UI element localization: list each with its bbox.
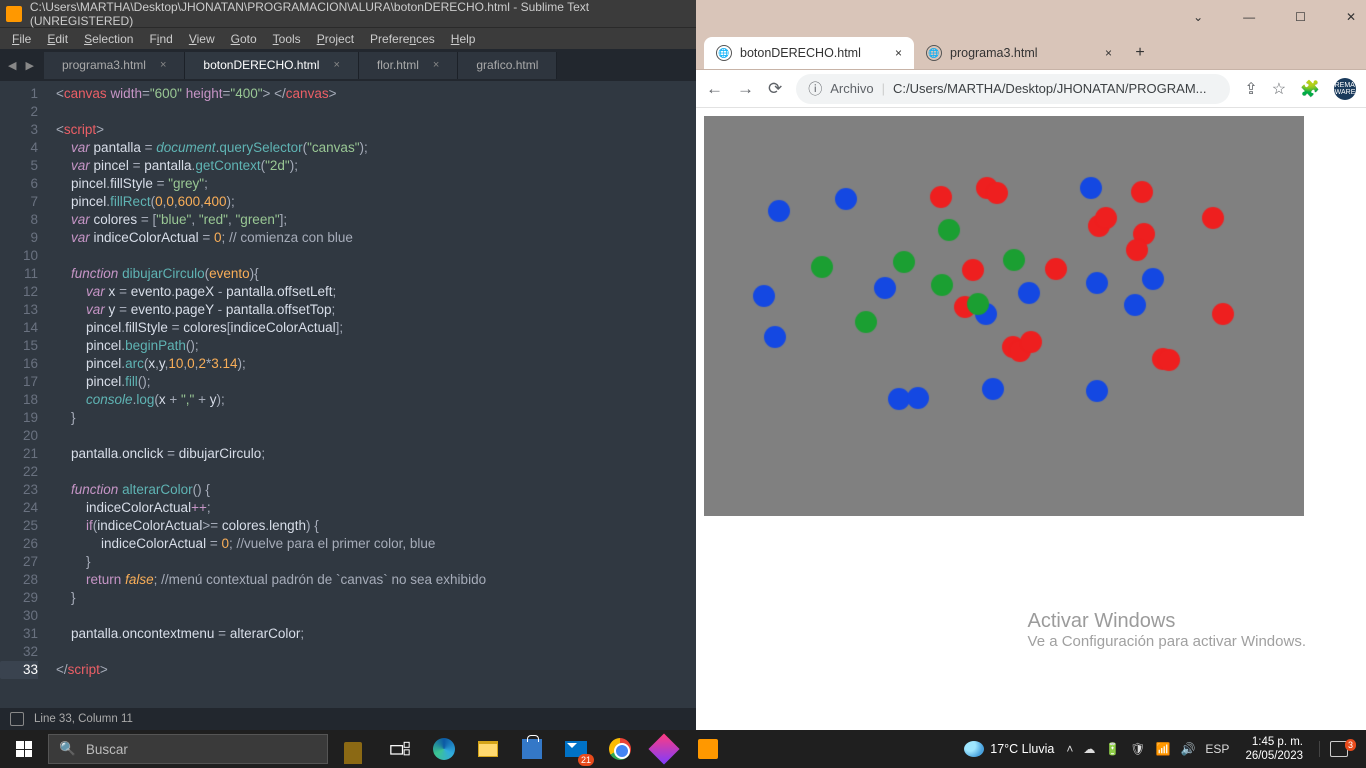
chrome-tabbar: 🌐 botonDERECHO.html × 🌐 programa3.html ×… [696, 34, 1366, 70]
new-tab-button[interactable]: + [1128, 41, 1152, 65]
sublime-tabbar: ◀▶ programa3.html× botonDERECHO.html× fl… [0, 49, 696, 81]
menu-preferences[interactable]: Preferences [362, 32, 443, 46]
sublime-statusbar: Line 33, Column 11 [0, 708, 696, 730]
start-button[interactable] [0, 730, 48, 768]
tab-label: botonDERECHO.html [740, 46, 861, 60]
store-icon[interactable] [510, 730, 554, 768]
addr-url: C:/Users/MARTHA/Desktop/JHONATAN/PROGRAM… [893, 81, 1207, 96]
menu-selection[interactable]: Selection [76, 32, 141, 46]
maximize-icon[interactable]: ☐ [1295, 10, 1306, 24]
search-icon: 🔍 [59, 741, 76, 757]
extension-badge[interactable]: REMAWARE [1334, 78, 1356, 100]
menu-view[interactable]: View [181, 32, 223, 46]
minimize-icon[interactable]: — [1243, 10, 1255, 24]
back-button[interactable]: ← [706, 79, 723, 99]
task-view-icon[interactable] [378, 730, 422, 768]
menu-tools[interactable]: Tools [265, 32, 309, 46]
taskbar: 🔍 Buscar 21 17°C Lluvia ˄ ☁ 🔋 🛡 📶 🔊 ESP … [0, 730, 1366, 768]
info-icon[interactable]: ⓘ [808, 79, 822, 99]
notif-badge: 3 [1345, 739, 1356, 751]
window-controls: ⌄ — ☐ ✕ [696, 0, 1366, 34]
watermark-title: Activar Windows [1028, 610, 1306, 633]
weather-icon [964, 741, 984, 757]
menu-goto[interactable]: Goto [223, 32, 265, 46]
globe-icon: 🌐 [716, 45, 732, 61]
tab-label: programa3.html [950, 46, 1038, 60]
edge-icon[interactable] [422, 730, 466, 768]
mail-icon[interactable]: 21 [554, 730, 598, 768]
share-icon[interactable]: ⇪ [1244, 79, 1257, 99]
close-icon[interactable]: × [433, 59, 439, 71]
vscode-icon[interactable] [642, 730, 686, 768]
extensions-icon[interactable]: 🧩 [1300, 79, 1320, 99]
taskbar-clock[interactable]: 1:45 p. m. 26/05/2023 [1241, 735, 1307, 763]
line-gutter: 1234567891011121314151617181920212223242… [0, 81, 48, 708]
canvas[interactable] [704, 116, 1304, 516]
chrome-tab-programa3[interactable]: 🌐 programa3.html × [914, 37, 1124, 69]
close-icon[interactable]: × [333, 59, 339, 71]
security-icon[interactable]: 🛡 [1130, 742, 1145, 756]
close-icon[interactable]: ✕ [1346, 10, 1356, 24]
statusbar-icon[interactable] [10, 712, 24, 726]
menu-help[interactable]: Help [443, 32, 484, 46]
onedrive-icon[interactable]: ☁ [1083, 742, 1095, 756]
battery-icon[interactable]: 🔋 [1105, 742, 1120, 756]
close-icon[interactable]: × [160, 59, 166, 71]
clock-date: 26/05/2023 [1245, 749, 1303, 763]
chrome-toolbar: ← → ⟳ ⓘ Archivo | C:/Users/MARTHA/Deskto… [696, 70, 1366, 108]
menu-find[interactable]: Find [141, 32, 180, 46]
forward-button[interactable]: → [737, 79, 754, 99]
chevron-down-icon[interactable]: ⌄ [1193, 10, 1203, 24]
cursor-position: Line 33, Column 11 [34, 713, 133, 725]
tab-grafico[interactable]: grafico.html [458, 52, 557, 79]
windows-watermark: Activar Windows Ve a Configuración para … [1028, 610, 1306, 650]
menu-project[interactable]: Project [309, 32, 362, 46]
weather-text: 17°C Lluvia [990, 742, 1054, 756]
sublime-window: C:\Users\MARTHA\Desktop\JHONATAN\PROGRAM… [0, 0, 696, 730]
tab-botonderecho[interactable]: botonDERECHO.html× [185, 52, 358, 79]
sublime-title: C:\Users\MARTHA\Desktop\JHONATAN\PROGRAM… [30, 0, 690, 28]
source-code[interactable]: <canvas width="600" height="400"> </canv… [48, 81, 696, 708]
address-bar[interactable]: ⓘ Archivo | C:/Users/MARTHA/Desktop/JHON… [796, 74, 1230, 104]
sublime-titlebar: C:\Users\MARTHA\Desktop\JHONATAN\PROGRAM… [0, 0, 696, 27]
language-indicator[interactable]: ESP [1205, 742, 1229, 756]
watermark-subtitle: Ve a Configuración para activar Windows. [1028, 633, 1306, 650]
clock-time: 1:45 p. m. [1245, 735, 1303, 749]
mail-badge: 21 [578, 754, 594, 766]
chrome-window: ⌄ — ☐ ✕ 🌐 botonDERECHO.html × 🌐 programa… [696, 0, 1366, 730]
chrome-icon[interactable] [598, 730, 642, 768]
tab-flor[interactable]: flor.html× [359, 52, 458, 79]
explorer-icon[interactable] [466, 730, 510, 768]
star-icon[interactable]: ☆ [1272, 79, 1286, 99]
taskbar-search[interactable]: 🔍 Buscar [48, 734, 328, 764]
page-content [696, 108, 1366, 524]
reload-button[interactable]: ⟳ [768, 79, 782, 99]
wifi-icon[interactable]: 📶 [1156, 742, 1171, 756]
code-area[interactable]: 1234567891011121314151617181920212223242… [0, 81, 696, 708]
addr-prefix: Archivo [830, 81, 873, 96]
sublime-taskbar-icon[interactable] [686, 730, 730, 768]
sublime-menubar[interactable]: File Edit Selection Find View Goto Tools… [0, 27, 696, 49]
menu-file[interactable]: File [4, 32, 39, 46]
tab-nav-arrows[interactable]: ◀▶ [4, 57, 38, 74]
globe-icon: 🌐 [926, 45, 942, 61]
weather-widget[interactable]: 17°C Lluvia [964, 741, 1054, 757]
menu-edit[interactable]: Edit [39, 32, 76, 46]
cortana-icon[interactable] [336, 732, 370, 766]
system-tray: 17°C Lluvia ˄ ☁ 🔋 🛡 📶 🔊 ESP 1:45 p. m. 2… [956, 735, 1366, 763]
sublime-icon [6, 6, 22, 22]
search-placeholder: Buscar [86, 742, 128, 757]
volume-icon[interactable]: 🔊 [1180, 742, 1195, 756]
tray-chevron-icon[interactable]: ˄ [1066, 742, 1073, 756]
notifications-icon[interactable]: 3 [1319, 741, 1358, 757]
chrome-tab-botonderecho[interactable]: 🌐 botonDERECHO.html × [704, 37, 914, 69]
close-icon[interactable]: × [895, 46, 902, 60]
close-icon[interactable]: × [1105, 46, 1112, 60]
tab-programa3[interactable]: programa3.html× [44, 52, 185, 79]
